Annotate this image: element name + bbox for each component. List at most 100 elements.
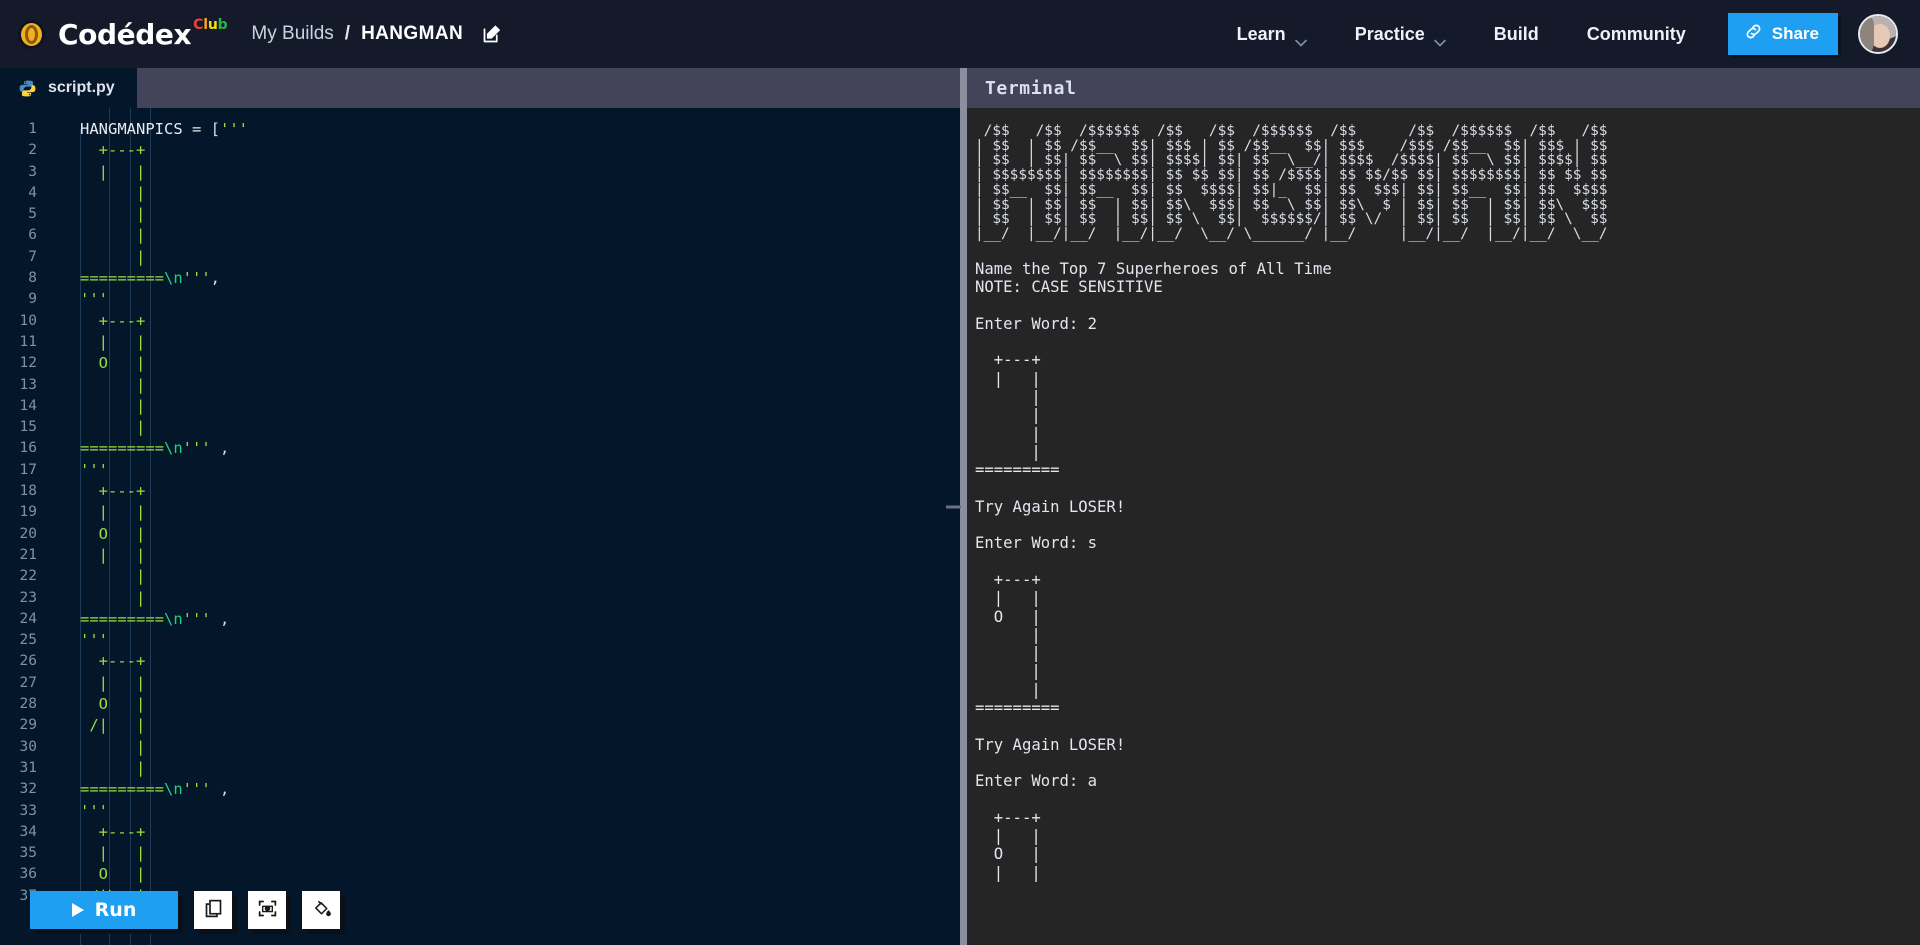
line-content: O | xyxy=(80,524,146,543)
terminal-header: Terminal xyxy=(967,68,1920,108)
python-icon xyxy=(18,79,37,98)
code-line: 5 | xyxy=(0,204,960,225)
splitter-handle[interactable] xyxy=(946,505,961,508)
line-content: | xyxy=(80,758,146,777)
line-number: 10 xyxy=(19,312,37,329)
nav-link-learn[interactable]: Learn xyxy=(1213,24,1331,47)
line-number: 11 xyxy=(19,333,37,350)
code-line: 11 | | xyxy=(0,332,960,353)
copy-button[interactable] xyxy=(194,891,232,929)
line-number: 19 xyxy=(19,504,37,521)
line-number: 25 xyxy=(19,632,37,649)
line-number: 4 xyxy=(28,184,37,201)
line-content: =========\n''' , xyxy=(80,780,230,799)
line-content: O | xyxy=(80,865,146,884)
line-number: 6 xyxy=(28,227,37,244)
line-content: | xyxy=(80,183,146,202)
line-number: 16 xyxy=(19,440,37,457)
editor-toolbar: Run xyxy=(30,891,340,929)
club-badge: Club xyxy=(193,17,228,33)
run-button[interactable]: Run xyxy=(30,891,178,929)
line-number: 21 xyxy=(19,546,37,563)
run-button-label: Run xyxy=(94,899,137,921)
nav-link-community[interactable]: Community xyxy=(1563,24,1710,45)
screenshot-button[interactable] xyxy=(248,891,286,929)
code-line: 22 | xyxy=(0,566,960,587)
app-root: Codédex Club My Builds / HANGMAN Learn P… xyxy=(0,0,1920,945)
line-content: | xyxy=(80,418,146,437)
top-navbar: Codédex Club My Builds / HANGMAN Learn P… xyxy=(0,0,1920,68)
line-content: | | xyxy=(80,545,146,564)
terminal-pane: Terminal /$$ /$$ /$$$$$$ /$$ /$$ /$$$$$$… xyxy=(967,68,1920,945)
line-number: 7 xyxy=(28,248,37,265)
code-line: 31 | xyxy=(0,758,960,779)
line-content: | xyxy=(80,205,146,224)
code-line: 3 | | xyxy=(0,162,960,183)
line-number: 20 xyxy=(19,525,37,542)
nav-link-practice[interactable]: Practice xyxy=(1331,23,1470,47)
brand-group[interactable]: Codédex Club xyxy=(18,17,228,51)
code-line: 21 | | xyxy=(0,545,960,566)
editor-tabbar: script.py xyxy=(0,68,960,108)
code-line: 33 ''' xyxy=(0,801,960,822)
line-content: /| | xyxy=(80,716,146,735)
share-button[interactable]: Share xyxy=(1727,13,1838,55)
line-content: ''' xyxy=(80,631,108,650)
code-editor[interactable]: 1 HANGMANPICS = [''' 2 +---+ 3 | | 4 | 5 | 6 |… xyxy=(0,108,960,945)
screenshot-icon xyxy=(257,898,278,922)
nav-link-practice-label: Practice xyxy=(1354,23,1425,44)
code-line: 23 | xyxy=(0,588,960,609)
pane-splitter[interactable] xyxy=(946,68,967,945)
line-content: O | xyxy=(80,695,146,714)
nav-link-build[interactable]: Build xyxy=(1470,24,1563,45)
theme-button[interactable] xyxy=(302,891,340,929)
line-number: 30 xyxy=(19,738,37,755)
line-number: 2 xyxy=(28,142,37,159)
brand-wordmark: Codédex xyxy=(58,18,192,51)
code-line: 13 | xyxy=(0,375,960,396)
line-content: ''' xyxy=(80,460,108,479)
breadcrumb: My Builds / HANGMAN xyxy=(251,22,503,46)
line-content: | | xyxy=(80,844,146,863)
line-content: ''' xyxy=(80,290,108,309)
line-content: | xyxy=(80,375,146,394)
code-line: 2 +---+ xyxy=(0,140,960,161)
line-number: 13 xyxy=(19,376,37,393)
code-line: 14 | xyxy=(0,396,960,417)
code-line: 36 O | xyxy=(0,864,960,885)
code-line: 32 =========\n''' , xyxy=(0,779,960,800)
line-number: 26 xyxy=(19,653,37,670)
line-number: 32 xyxy=(19,781,37,798)
code-line: 10 +---+ xyxy=(0,311,960,332)
editor-pane: script.py 1 HANGMANPICS = [''' 2 +---+ 3 | … xyxy=(0,68,960,945)
terminal-title: Terminal xyxy=(985,77,1077,99)
copy-icon xyxy=(203,898,224,922)
code-line: 16 =========\n''' , xyxy=(0,438,960,459)
code-line: 29 /| | xyxy=(0,715,960,736)
line-number: 35 xyxy=(19,845,37,862)
line-number: 27 xyxy=(19,674,37,691)
line-number: 18 xyxy=(19,483,37,500)
line-content: | | xyxy=(80,162,146,181)
breadcrumb-current: HANGMAN xyxy=(361,23,464,44)
edit-pencil-icon[interactable] xyxy=(479,22,503,46)
code-line: 1 HANGMANPICS = [''' xyxy=(0,119,960,140)
breadcrumb-parent[interactable]: My Builds xyxy=(251,23,333,45)
code-line: 4 | xyxy=(0,183,960,204)
code-line: 20 O | xyxy=(0,524,960,545)
line-content: +---+ xyxy=(80,311,146,330)
line-content: =========\n''' , xyxy=(80,439,230,458)
chevron-down-icon xyxy=(1433,31,1446,47)
user-avatar[interactable] xyxy=(1858,14,1898,54)
code-line: 7 | xyxy=(0,247,960,268)
tab-script-py[interactable]: script.py xyxy=(0,68,137,108)
code-line: 26 +---+ xyxy=(0,651,960,672)
line-content: | xyxy=(80,247,146,266)
terminal-output: Name the Top 7 Superheroes of All Time N… xyxy=(975,259,1332,882)
code-line: 12 O | xyxy=(0,353,960,374)
terminal-body[interactable]: /$$ /$$ /$$$$$$ /$$ /$$ /$$$$$$ /$$ /$$ … xyxy=(967,108,1920,945)
line-number: 33 xyxy=(19,802,37,819)
code-lines-container: 1 HANGMANPICS = [''' 2 +---+ 3 | | 4 | 5 | 6 |… xyxy=(0,108,960,945)
terminal-banner-ascii: /$$ /$$ /$$$$$$ /$$ /$$ /$$$$$$ /$$ /$$ … xyxy=(975,123,1608,242)
code-line: 24 =========\n''' , xyxy=(0,609,960,630)
